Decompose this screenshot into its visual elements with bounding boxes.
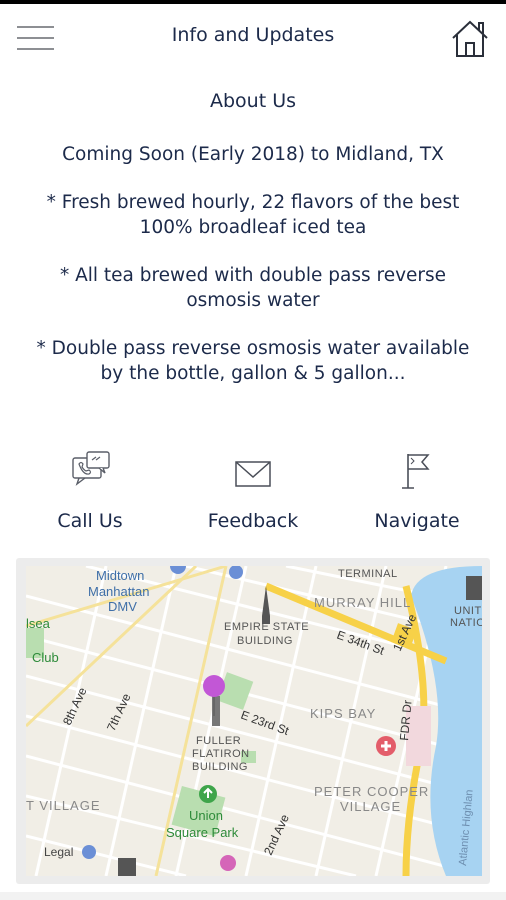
action-bar: Call Us Feedback Navigate [0, 448, 506, 544]
map-label-club: Club [32, 650, 59, 665]
navigate-label: Navigate [374, 510, 460, 532]
map-label-murray-hill: MURRAY HILL [314, 595, 411, 610]
location-map[interactable]: Midtown Manhattan DMV lsea Club Union Sq… [26, 566, 482, 876]
map-label-chelsea: lsea [26, 616, 51, 631]
feedback-button[interactable]: Feedback [188, 448, 318, 544]
info-line-water-available: * Double pass reverse osmosis water avai… [36, 338, 470, 384]
map-label-building-1: BUILDING [237, 635, 293, 647]
call-us-button[interactable]: Call Us [25, 448, 155, 544]
map-label-manhattan: Manhattan [88, 584, 149, 599]
map-label-union: Union [189, 808, 223, 823]
feedback-label: Feedback [207, 510, 299, 532]
call-us-label: Call Us [57, 510, 123, 532]
map-label-fuller: FULLER [196, 735, 241, 747]
map-label-peter-cooper: PETER COOPER [314, 784, 429, 799]
map-label-flatiron: FLATIRON [192, 748, 250, 760]
info-line-reverse-osmosis: * All tea brewed with double pass revers… [59, 265, 447, 311]
map-label-empire-state: EMPIRE STATE [224, 621, 309, 633]
map-label-midtown: Midtown [96, 568, 144, 583]
page-title: Info and Updates [171, 24, 335, 46]
app-header: Info and Updates [0, 4, 506, 70]
map-label-building-2: BUILDING [192, 761, 248, 773]
info-line-fresh-brewed: * Fresh brewed hourly, 22 flavors of the… [46, 192, 460, 238]
map-label-village-2: VILLAGE [340, 799, 401, 814]
map-legal-link[interactable]: Legal [44, 845, 73, 859]
map-label-kips-bay: KIPS BAY [310, 706, 376, 721]
map-label-village: T VILLAGE [26, 798, 101, 813]
navigate-button[interactable]: Navigate [352, 448, 482, 544]
home-icon[interactable] [450, 18, 490, 60]
bottom-divider [0, 892, 506, 900]
map-label-square-park: Square Park [166, 825, 239, 840]
map-label-nations: NATIONS [450, 617, 482, 629]
map-label-dmv: DMV [108, 599, 137, 614]
phone-chat-icon [72, 451, 110, 486]
flag-icon [402, 454, 430, 489]
about-heading: About Us [209, 90, 297, 112]
map-label-united: UNITED [454, 605, 482, 617]
envelope-icon [235, 461, 271, 487]
map-label-terminal: TERMINAL [338, 568, 398, 580]
info-line-coming-soon: Coming Soon (Early 2018) to Midland, TX [62, 144, 444, 165]
